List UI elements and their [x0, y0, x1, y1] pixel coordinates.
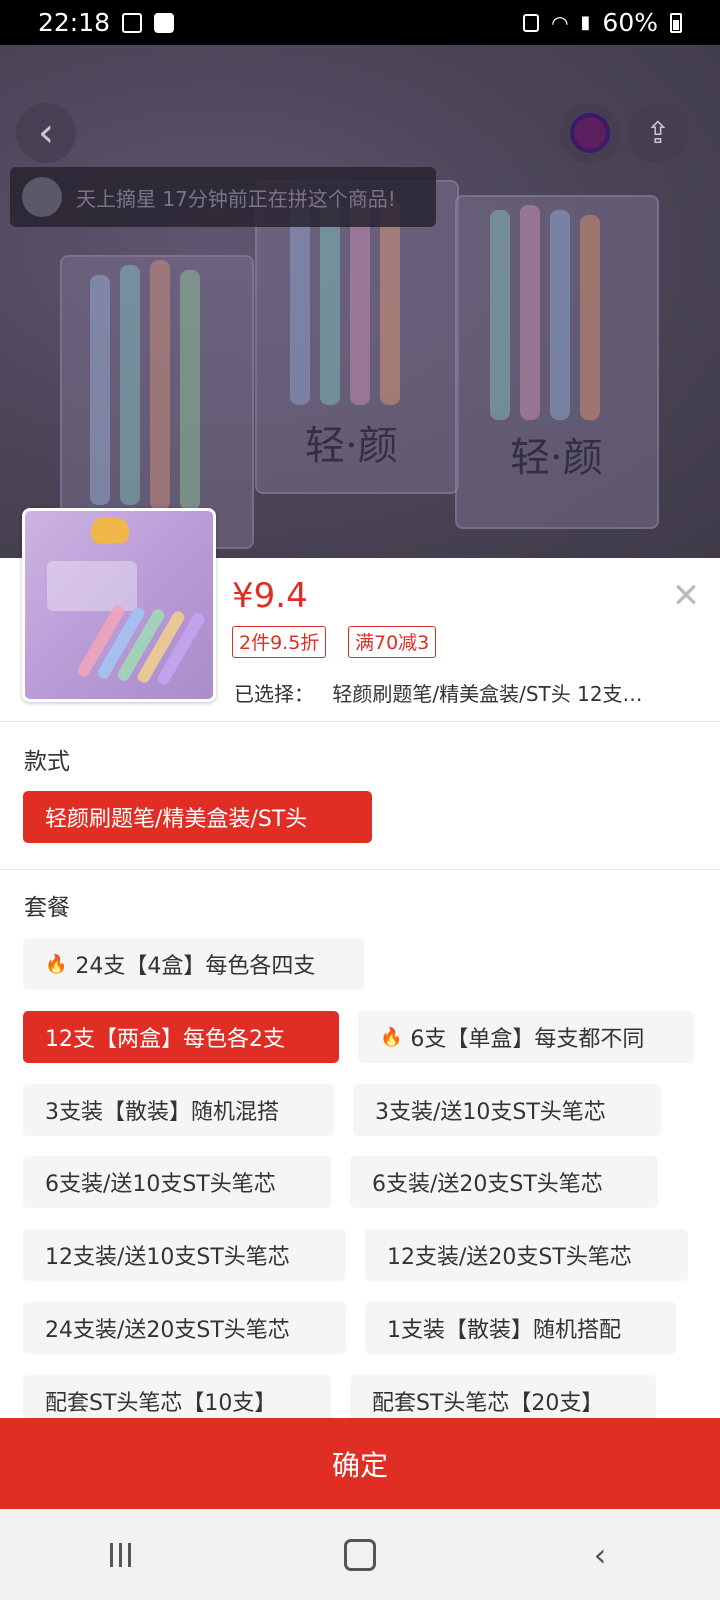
- selected-label: 已选择：: [234, 682, 314, 706]
- box-brand-text: 轻·颜: [510, 435, 603, 481]
- pen-image: [320, 200, 340, 405]
- package-option[interactable]: 3支装/送10支ST头笔芯: [353, 1084, 661, 1136]
- data-saver-icon: [523, 13, 540, 32]
- package-option[interactable]: 6支装/送20支ST头笔芯: [350, 1156, 658, 1208]
- status-bar: 22:18 ◠ ▮ 60%: [0, 0, 720, 45]
- share-icon: ⇪: [645, 115, 671, 151]
- wifi-icon: ◠: [551, 10, 569, 35]
- pen-image: [380, 200, 400, 405]
- notice-text: 天上摘星 17分钟前正在拼这个商品!: [76, 186, 396, 211]
- package-option-label: 6支装/送10支ST头笔芯: [45, 1172, 276, 1197]
- pen-image: [580, 215, 600, 420]
- package-option-label: 24支【4盒】每色各四支: [75, 954, 316, 979]
- package-option[interactable]: 1支装【散装】随机搭配: [365, 1302, 676, 1354]
- package-option-label: 12支【两盒】每色各2支: [45, 1027, 285, 1052]
- fire-icon: [380, 1027, 402, 1048]
- style-option-label: 轻颜刷题笔/精美盒装/ST头: [45, 807, 308, 832]
- box-brand-text: 轻·颜: [305, 423, 398, 469]
- package-option[interactable]: 6支【单盒】每支都不同: [358, 1011, 694, 1063]
- battery-percent: 60%: [602, 8, 658, 37]
- package-option-label: 3支装【散装】随机混搭: [45, 1100, 279, 1125]
- pen-image: [520, 205, 540, 420]
- home-icon: [344, 1538, 376, 1571]
- nav-back-button[interactable]: ‹: [570, 1525, 630, 1585]
- product-image-backdrop: 轻·颜 轻·颜 ‹ ⇪ 天上摘星 17分钟前正在拼这个商品!: [0, 45, 720, 560]
- recent-apps-icon: [109, 1542, 131, 1567]
- home-button[interactable]: [330, 1525, 390, 1585]
- pen-image: [550, 210, 570, 420]
- package-section-title: 套餐: [24, 895, 70, 921]
- selected-summary: 已选择： 轻颜刷题笔/精美盒装/ST头 12支…: [234, 678, 684, 707]
- package-option-label: 12支装/送20支ST头笔芯: [387, 1245, 632, 1270]
- package-option[interactable]: 6支装/送10支ST头笔芯: [23, 1156, 331, 1208]
- user-avatar: [22, 177, 62, 217]
- package-option[interactable]: 12支【两盒】每色各2支: [23, 1011, 339, 1063]
- package-option-label: 3支装/送10支ST头笔芯: [375, 1100, 606, 1125]
- share-button[interactable]: ⇪: [628, 103, 688, 163]
- pen-image: [180, 270, 200, 510]
- package-option[interactable]: 24支装/送20支ST头笔芯: [23, 1302, 346, 1354]
- bear-decoration: [91, 517, 129, 543]
- pen-image: [90, 275, 110, 505]
- package-option[interactable]: 3支装【散装】随机混搭: [23, 1084, 334, 1136]
- chevron-left-icon: ‹: [593, 1535, 607, 1574]
- back-button[interactable]: ‹: [16, 103, 76, 163]
- recent-apps-button[interactable]: [90, 1525, 150, 1585]
- status-time: 22:18: [38, 8, 111, 37]
- discount-tag: 2件9.5折: [232, 626, 327, 658]
- package-option[interactable]: 12支装/送10支ST头笔芯: [23, 1229, 346, 1281]
- package-option-label: 配套ST头笔芯【20支】: [372, 1391, 604, 1416]
- package-option-label: 12支装/送10支ST头笔芯: [45, 1245, 290, 1270]
- discount-tag: 满70减3: [348, 626, 437, 658]
- divider: [0, 869, 720, 870]
- package-option[interactable]: 24支【4盒】每色各四支: [23, 938, 364, 990]
- confirm-button[interactable]: 确定: [0, 1418, 720, 1509]
- group-avatar-button[interactable]: [560, 103, 620, 163]
- image-icon: [122, 12, 143, 33]
- package-option-label: 24支装/送20支ST头笔芯: [45, 1318, 290, 1343]
- chevron-left-icon: ‹: [38, 110, 54, 156]
- style-option[interactable]: 轻颜刷题笔/精美盒装/ST头: [23, 791, 372, 843]
- system-navigation-bar: ‹: [0, 1509, 720, 1600]
- close-icon: ✕: [671, 576, 701, 616]
- box-graphic: [47, 561, 137, 611]
- package-option-label: 1支装【散装】随机搭配: [387, 1318, 621, 1343]
- pen-image: [490, 210, 510, 420]
- pen-image: [120, 265, 140, 505]
- clock-app-icon: [154, 12, 175, 33]
- fire-icon: [45, 954, 67, 975]
- product-thumbnail[interactable]: [22, 508, 216, 702]
- selected-value: 轻颜刷题笔/精美盒装/ST头 12支…: [332, 682, 643, 706]
- group-buy-notice: 天上摘星 17分钟前正在拼这个商品!: [10, 167, 436, 227]
- package-option-label: 配套ST头笔芯【10支】: [45, 1391, 277, 1416]
- divider: [0, 721, 720, 722]
- product-price: ¥9.4: [232, 576, 308, 616]
- pen-image: [290, 205, 310, 405]
- close-button[interactable]: ✕: [666, 576, 706, 616]
- style-section-title: 款式: [24, 749, 70, 775]
- package-option-label: 6支【单盒】每支都不同: [410, 1027, 645, 1052]
- package-option[interactable]: 12支装/送20支ST头笔芯: [365, 1229, 688, 1281]
- battery-icon: [670, 12, 682, 33]
- package-option-label: 6支装/送20支ST头笔芯: [372, 1172, 603, 1197]
- signal-icon: ▮: [580, 12, 591, 33]
- pen-image: [150, 260, 170, 510]
